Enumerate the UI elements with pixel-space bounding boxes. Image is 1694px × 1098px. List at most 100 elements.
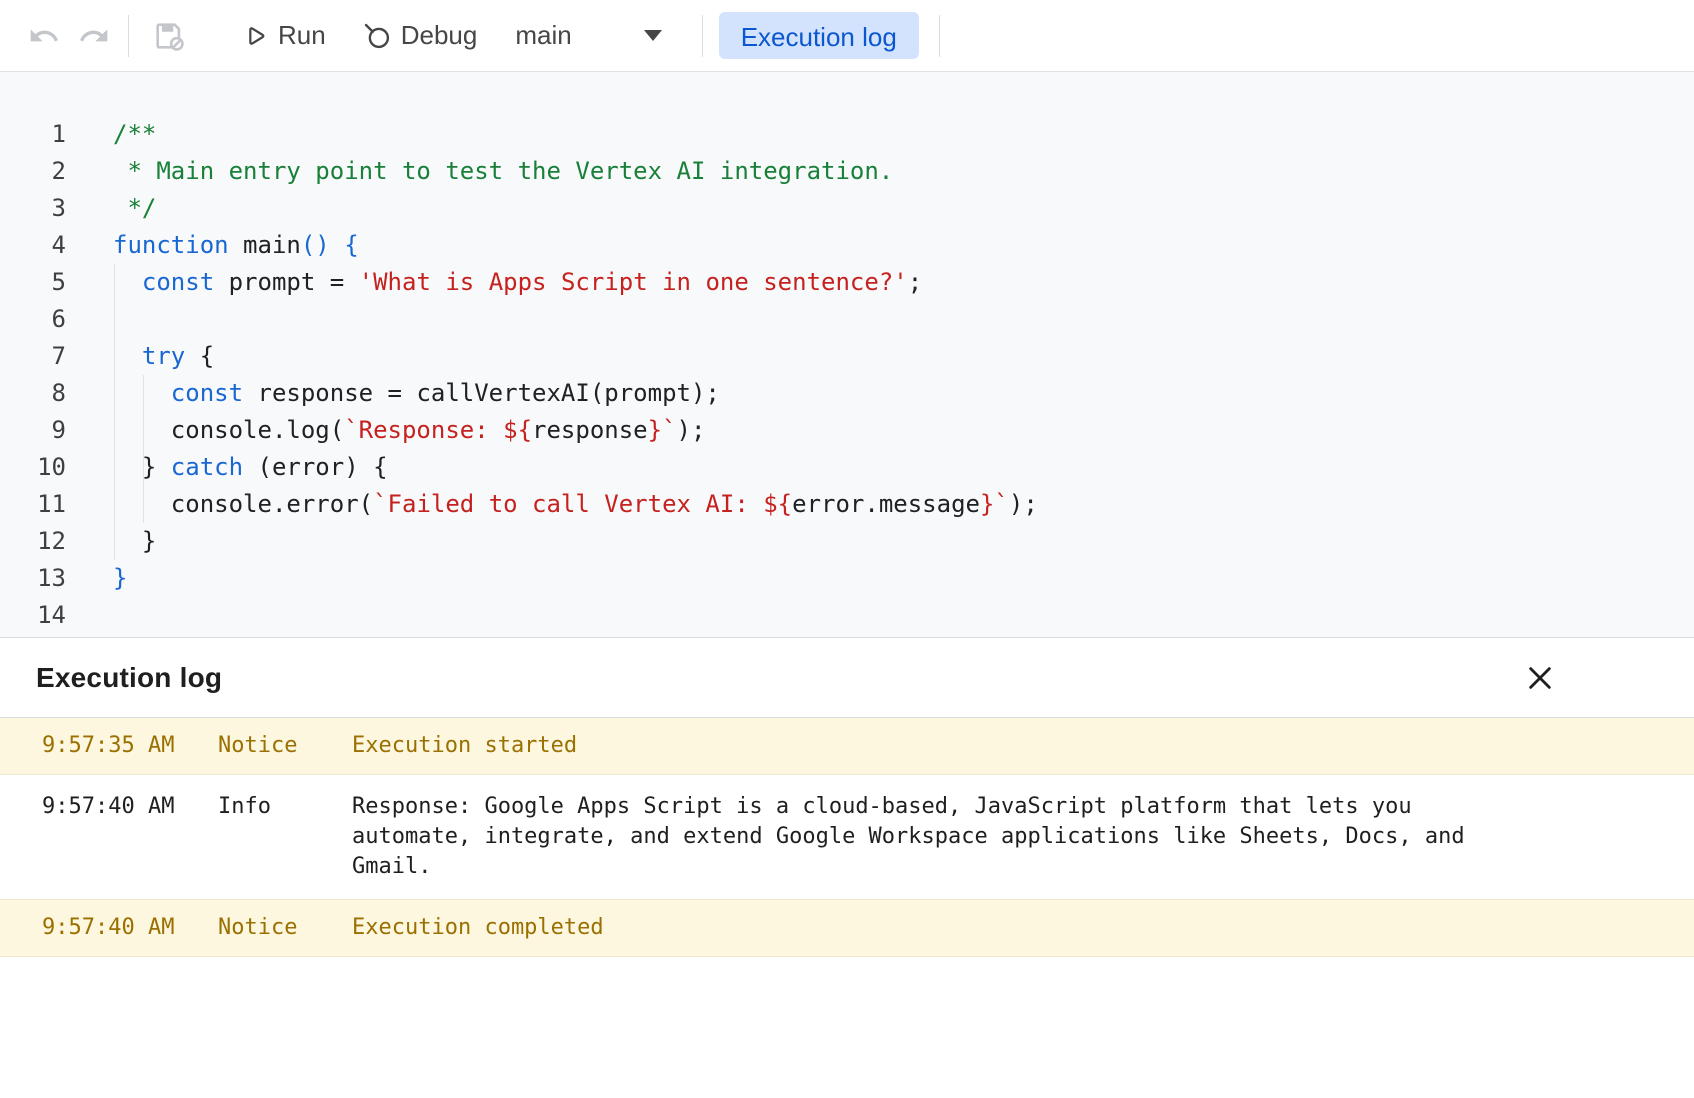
code-text: const prompt = 'What is Apps Script in o… [66, 264, 922, 301]
code-line: 9 console.log(`Response: ${response}`); [0, 412, 1694, 449]
code-text: /** [66, 116, 156, 153]
selected-function-label: main [515, 20, 571, 51]
code-token: * Main entry point to test the Vertex AI… [113, 157, 893, 185]
close-icon [1524, 662, 1556, 694]
code-token: () [301, 231, 330, 259]
run-button[interactable]: Run [231, 12, 336, 59]
code-text: function main() { [66, 227, 359, 264]
redo-button[interactable] [72, 14, 116, 58]
code-line: 2 * Main entry point to test the Vertex … [0, 153, 1694, 190]
execution-log-panel: Execution log 9:57:35 AMNoticeExecution … [0, 637, 1694, 1098]
code-token: 'What is Apps Script in one sentence?' [359, 268, 908, 296]
code-line: 8 const response = callVertexAI(prompt); [0, 375, 1694, 412]
code-line: 7 try { [0, 338, 1694, 375]
code-token [113, 342, 142, 370]
code-token: error.message [792, 490, 980, 518]
chevron-down-icon [644, 30, 662, 41]
code-token: } [113, 564, 127, 592]
code-text: console.error(`Failed to call Vertex AI:… [66, 486, 1038, 523]
log-level: Info [218, 792, 352, 882]
code-token: const [142, 268, 214, 296]
run-button-label: Run [278, 20, 326, 51]
line-number: 2 [0, 153, 66, 190]
indent-guide [143, 375, 144, 523]
code-token: response [532, 416, 648, 444]
log-entry-row: 9:57:40 AMNoticeExecution completed [0, 900, 1694, 957]
toolbar-divider [702, 15, 703, 57]
code-token: function [113, 231, 229, 259]
code-token: console.log( [113, 416, 344, 444]
code-token: const [171, 379, 243, 407]
toolbar: Run Debug main Execution log [0, 0, 1694, 72]
line-number: 8 [0, 375, 66, 412]
code-token: }` [980, 490, 1009, 518]
code-token: */ [113, 194, 156, 222]
save-project-button[interactable] [147, 14, 191, 58]
log-entries: 9:57:35 AMNoticeExecution started9:57:40… [0, 718, 1694, 957]
line-number: 14 [0, 597, 66, 634]
code-line: 12 } [0, 523, 1694, 560]
line-number: 1 [0, 116, 66, 153]
line-number: 13 [0, 560, 66, 597]
code-token: `Response: ${ [344, 416, 532, 444]
log-entry-row: 9:57:35 AMNoticeExecution started [0, 718, 1694, 775]
code-token: console.error( [113, 490, 373, 518]
line-number: 12 [0, 523, 66, 560]
log-message: Execution started [352, 731, 1492, 761]
line-number: 3 [0, 190, 66, 227]
code-token: `Failed to call Vertex AI: ${ [373, 490, 792, 518]
code-text: } [66, 560, 127, 597]
code-text: } [66, 523, 156, 560]
code-lines: 1/**2 * Main entry point to test the Ver… [0, 116, 1694, 634]
code-token: ); [677, 416, 706, 444]
log-timestamp: 9:57:40 AM [42, 792, 218, 882]
undo-icon [28, 20, 60, 52]
line-number: 4 [0, 227, 66, 264]
code-token: catch [171, 453, 243, 481]
log-header: Execution log [0, 638, 1694, 718]
code-line: 4function main() { [0, 227, 1694, 264]
undo-button[interactable] [22, 14, 66, 58]
line-number: 5 [0, 264, 66, 301]
line-number: 11 [0, 486, 66, 523]
code-token: response = callVertexAI(prompt); [243, 379, 720, 407]
toolbar-divider [128, 15, 129, 57]
log-timestamp: 9:57:35 AM [42, 731, 218, 761]
debug-button[interactable]: Debug [352, 12, 488, 59]
code-text: */ [66, 190, 156, 227]
execution-log-button[interactable]: Execution log [719, 12, 919, 59]
code-token: ; [908, 268, 922, 296]
function-selector-dropdown[interactable]: main [501, 12, 685, 59]
log-entry-row: 9:57:40 AMInfoResponse: Google Apps Scri… [0, 775, 1694, 900]
code-text [66, 597, 113, 634]
apps-script-editor: Run Debug main Execution log 1/**2 * Mai… [0, 0, 1694, 1098]
log-message: Execution completed [352, 913, 1492, 943]
code-text: console.log(`Response: ${response}`); [66, 412, 705, 449]
code-token: { [330, 231, 359, 259]
redo-icon [78, 20, 110, 52]
toolbar-divider [939, 15, 940, 57]
close-button[interactable] [1518, 656, 1562, 700]
play-icon [241, 22, 269, 50]
line-number: 9 [0, 412, 66, 449]
debug-icon [362, 21, 392, 51]
code-token: { [185, 342, 214, 370]
code-line: 14 [0, 597, 1694, 634]
log-timestamp: 9:57:40 AM [42, 913, 218, 943]
code-token: ); [1009, 490, 1038, 518]
execution-log-title: Execution log [36, 662, 222, 694]
debug-button-label: Debug [401, 20, 478, 51]
code-token: }` [648, 416, 677, 444]
code-token [113, 379, 171, 407]
code-text: * Main entry point to test the Vertex AI… [66, 153, 893, 190]
log-message: Response: Google Apps Script is a cloud-… [352, 792, 1492, 882]
line-number: 7 [0, 338, 66, 375]
code-token: try [142, 342, 185, 370]
log-level: Notice [218, 731, 352, 761]
code-text: try { [66, 338, 214, 375]
code-token: main [229, 231, 301, 259]
code-token: (error) { [243, 453, 388, 481]
code-editor[interactable]: 1/**2 * Main entry point to test the Ver… [0, 72, 1694, 637]
code-token: } [113, 527, 156, 555]
code-text [66, 301, 113, 338]
